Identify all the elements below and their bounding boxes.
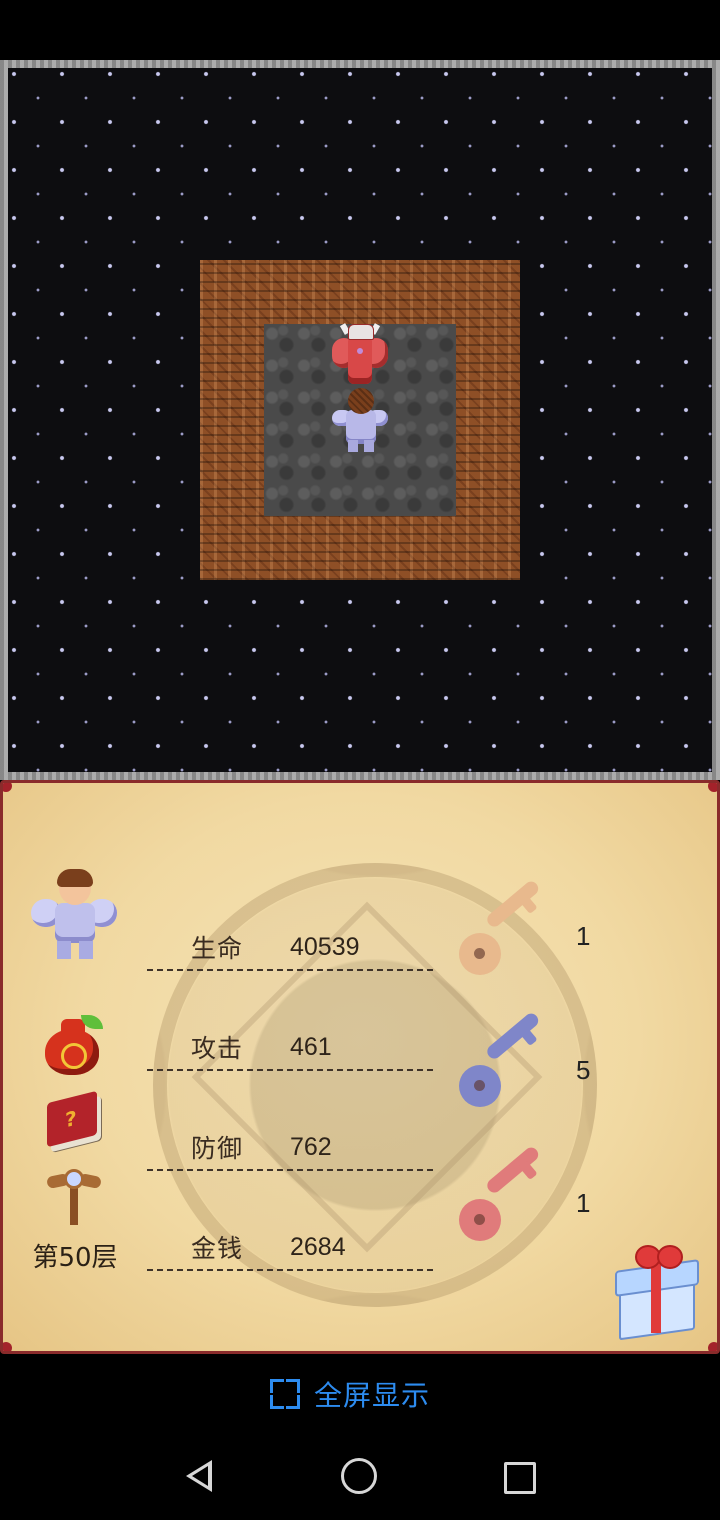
- hero-sprite-icon: [328, 388, 392, 454]
- status-panel: ? 第50层 生命 40539 攻击 461 防御 762 金钱 2684 1 …: [0, 780, 720, 1354]
- home-circle-icon[interactable]: [341, 1458, 377, 1494]
- stat-value: 2684: [290, 1233, 346, 1261]
- recent-apps-square-icon[interactable]: [504, 1462, 536, 1494]
- stat-label: 防御: [191, 1134, 244, 1163]
- floor-fly-staff-icon[interactable]: [45, 1169, 103, 1227]
- stat-row-hp: 生命 40539: [147, 913, 433, 971]
- stat-value: 762: [290, 1133, 332, 1161]
- fullscreen-button[interactable]: 全屏显示: [270, 1372, 430, 1416]
- red-knight-enemy-icon[interactable]: [328, 323, 392, 388]
- stat-value: 461: [290, 1033, 332, 1061]
- stat-label: 攻击: [191, 1034, 244, 1063]
- stat-row-defense: 防御 762: [147, 1113, 433, 1171]
- floor-indicator: 第50层: [32, 1243, 118, 1273]
- monster-book-icon[interactable]: ?: [43, 1090, 105, 1149]
- stat-value: 40539: [290, 933, 360, 961]
- expand-icon: [270, 1379, 300, 1409]
- blue-key-icon: [459, 1010, 553, 1107]
- hero-portrait-icon: [29, 869, 119, 961]
- gift-box-icon[interactable]: [613, 1245, 699, 1341]
- blue-key-count: 5: [576, 1055, 591, 1085]
- yellow-key-count: 1: [576, 921, 591, 951]
- stat-label: 金钱: [191, 1234, 244, 1263]
- stat-row-attack: 攻击 461: [147, 1013, 433, 1071]
- fullscreen-label: 全屏显示: [314, 1379, 431, 1412]
- red-key-count: 1: [576, 1188, 591, 1218]
- back-triangle-icon[interactable]: [182, 1458, 218, 1494]
- stat-row-gold: 金钱 2684: [147, 1213, 433, 1271]
- stat-label: 生命: [191, 934, 244, 963]
- yellow-key-icon: [459, 878, 553, 975]
- red-key-icon: [459, 1144, 553, 1241]
- lucky-bag-icon[interactable]: [41, 1015, 103, 1077]
